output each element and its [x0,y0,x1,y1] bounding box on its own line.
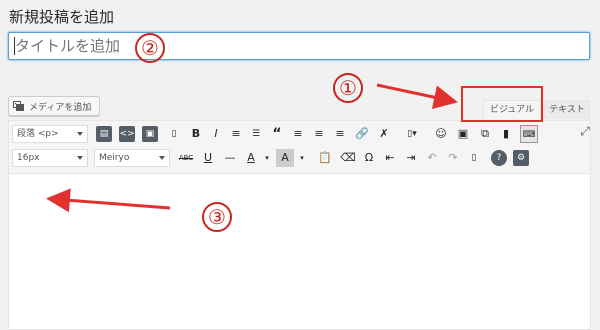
add-media-button[interactable]: メディアを追加 [8,96,100,116]
strikethrough-button[interactable]: ABC [177,149,195,167]
image-icon[interactable]: ▣ [142,126,158,142]
annotation-marker-1: ① [333,73,363,103]
gear-icon[interactable]: ⚙ [513,150,529,166]
align-center-icon[interactable]: ≡ [310,125,328,143]
signal-icon[interactable]: ▮ [497,125,515,143]
template-icon[interactable]: ▤ [96,126,112,142]
add-media-label: メディアを追加 [29,102,92,113]
table-icon[interactable]: ▣ [454,125,472,143]
keyboard-toggle-icon[interactable]: ⌨ [520,125,538,143]
background-color-button[interactable]: A [276,149,294,167]
annotation-marker-3: ③ [202,202,232,232]
format-select-value: 段落 <p> [17,129,59,139]
media-icon [13,100,25,112]
fontsize-select[interactable]: 16px [12,149,88,167]
smiley-icon[interactable]: ☺ [432,125,450,143]
tab-text[interactable]: テキスト [544,100,590,119]
text-cursor [14,37,15,55]
chevron-down-icon[interactable]: ▾ [258,149,276,167]
annotation-highlight-box [461,86,543,122]
undo-icon[interactable]: ↶ [423,149,441,167]
chevron-down-icon[interactable]: ▾ [293,149,311,167]
outdent-icon[interactable]: ⇤ [381,149,399,167]
chevron-down-icon [77,132,83,136]
align-right-icon[interactable]: ≡ [331,125,349,143]
fullscreen-icon[interactable]: ⤢ [578,124,592,138]
editor-toolbar: 段落 <p> ▤ <> ▣ ▯ B I ≡ ☰ “ ≡ ≡ ≡ 🔗 ✗ ▯▾ ☺… [9,121,590,174]
omega-button[interactable]: Ω [360,149,378,167]
blank-dropdown-icon[interactable]: ▯▾ [403,125,421,143]
indent-icon[interactable]: ⇥ [402,149,420,167]
paste-icon[interactable]: 📋 [316,149,334,167]
quote-button[interactable]: “ [268,125,286,143]
chevron-down-icon [159,156,165,160]
unlink-icon[interactable]: ✗ [375,125,393,143]
code-icon[interactable]: <> [119,126,135,142]
annotation-marker-2: ② [135,33,165,63]
italic-button[interactable]: I [207,125,225,143]
page-title: 新規投稿を追加 [9,8,115,26]
toolbar-row-2: 16px Meiryo ABC U — A ▾ A ▾ 📋 ⌫ Ω ⇤ ⇥ ↶ … [9,146,590,170]
chevron-down-icon [77,156,83,160]
bold-button[interactable]: B [187,125,205,143]
help-button[interactable]: ? [491,150,507,166]
bullet-list-icon[interactable]: ≡ [227,125,245,143]
numbered-list-icon[interactable]: ☰ [247,125,265,143]
annotation-arrow-1 [376,83,458,109]
toolbar-row-1: 段落 <p> ▤ <> ▣ ▯ B I ≡ ☰ “ ≡ ≡ ≡ 🔗 ✗ ▯▾ ☺… [9,122,590,146]
fontsize-select-value: 16px [17,153,40,163]
title-input[interactable] [8,32,590,60]
blank-icon[interactable]: ▯ [465,149,483,167]
eraser-icon[interactable]: ⌫ [339,149,357,167]
format-select[interactable]: 段落 <p> [12,125,88,143]
blank-icon[interactable]: ▯ [165,125,183,143]
font-select-value: Meiryo [99,153,130,163]
copy-icon[interactable]: ⧉ [476,125,494,143]
link-icon[interactable]: 🔗 [353,125,371,143]
horizontal-rule-button[interactable]: — [221,149,239,167]
redo-icon[interactable]: ↷ [444,149,462,167]
font-select[interactable]: Meiryo [94,149,170,167]
underline-button[interactable]: U [199,149,217,167]
align-left-icon[interactable]: ≡ [289,125,307,143]
